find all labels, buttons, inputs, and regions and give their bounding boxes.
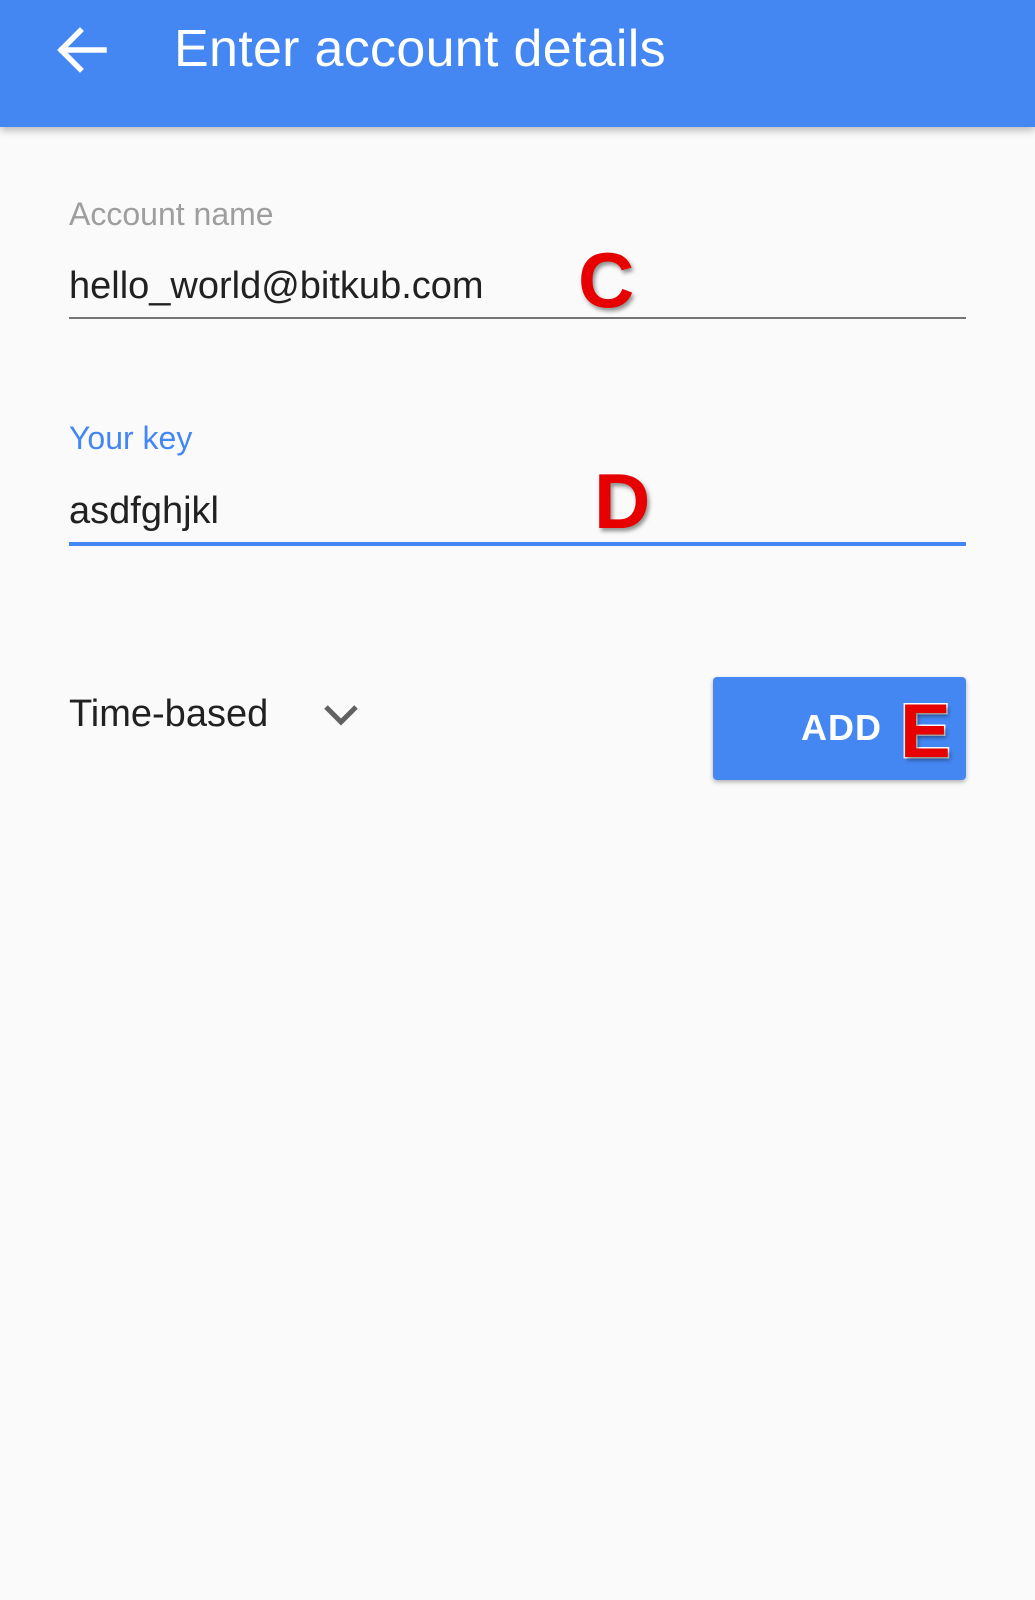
type-select-value: Time-based <box>69 693 269 735</box>
account-name-label: Account name <box>69 196 274 232</box>
app-bar: Enter account details <box>0 0 1035 127</box>
add-button-label: ADD <box>801 707 882 748</box>
annotation-marker-d: D <box>592 457 651 545</box>
account-name-underline <box>69 317 966 319</box>
chevron-down-icon <box>324 705 358 726</box>
type-select[interactable]: Time-based <box>69 693 379 743</box>
arrow-back-icon <box>57 27 107 73</box>
account-name-input[interactable] <box>69 262 966 310</box>
key-label: Your key <box>69 420 193 456</box>
key-field: Your key <box>69 420 966 550</box>
account-name-field: Account name <box>69 196 966 321</box>
key-underline <box>69 542 966 546</box>
back-button[interactable] <box>50 22 112 78</box>
page-title: Enter account details <box>174 20 666 78</box>
annotation-marker-c: C <box>576 236 635 324</box>
key-input[interactable] <box>69 487 966 535</box>
annotation-marker-e: E <box>899 689 953 774</box>
